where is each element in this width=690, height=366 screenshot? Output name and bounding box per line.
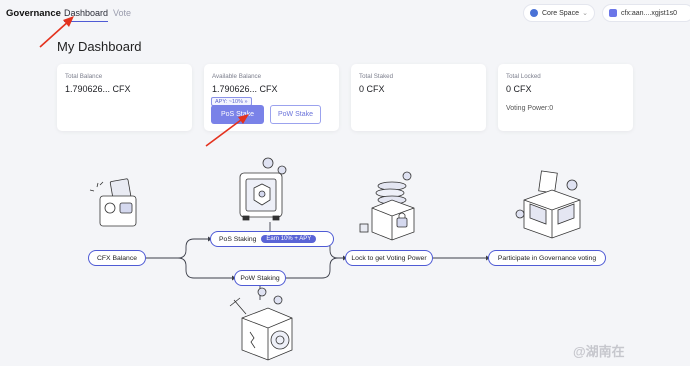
watermark: @湖南在 (573, 344, 625, 359)
annotation-arrows (39, 16, 249, 147)
red-arrow-icon (39, 19, 246, 147)
